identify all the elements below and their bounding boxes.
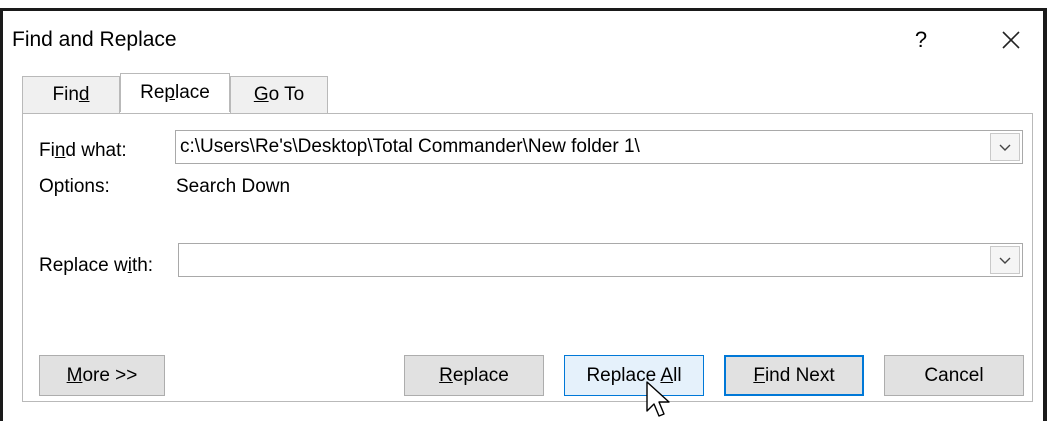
- replace-with-combobox[interactable]: [178, 243, 1023, 277]
- find-what-input[interactable]: c:\Users\Re's\Desktop\Total Commander\Ne…: [180, 136, 640, 158]
- options-value: Search Down: [176, 176, 291, 197]
- find-next-button[interactable]: Find Next: [724, 355, 864, 396]
- more-button[interactable]: More >>: [39, 355, 165, 396]
- tab-find[interactable]: Find: [22, 76, 120, 113]
- close-icon: [1002, 31, 1020, 49]
- window-title: Find and Replace: [12, 28, 177, 51]
- replace-with-dropdown-button[interactable]: [990, 246, 1020, 274]
- options-label: Options:: [39, 176, 110, 197]
- find-what-combobox[interactable]: c:\Users\Re's\Desktop\Total Commander\Ne…: [175, 130, 1023, 164]
- tab-goto-label: Go To: [253, 84, 305, 105]
- find-next-button-label: Find Next: [753, 364, 835, 386]
- help-button[interactable]: ?: [905, 22, 937, 58]
- window-border-top: [0, 8, 1047, 11]
- window-border-right: [1043, 8, 1047, 421]
- cancel-button-label: Cancel: [924, 364, 984, 386]
- window-border-left: [0, 8, 3, 421]
- replace-with-label: Replace with:: [39, 255, 154, 276]
- replace-button[interactable]: Replace: [404, 355, 544, 396]
- tab-replace-label: Replace: [140, 82, 210, 103]
- tab-goto[interactable]: Go To: [230, 76, 328, 113]
- tab-replace[interactable]: Replace: [120, 73, 230, 112]
- find-what-label: Find what:: [39, 140, 127, 161]
- replace-button-label: Replace: [439, 364, 509, 386]
- replace-all-button[interactable]: Replace All: [564, 355, 704, 396]
- chevron-down-icon: [999, 144, 1011, 151]
- more-button-label: More >>: [66, 364, 138, 386]
- find-what-dropdown-button[interactable]: [990, 133, 1020, 161]
- tab-find-label: Find: [52, 84, 90, 105]
- find-replace-dialog: Find and Replace ? Find Replace Go To Fi…: [0, 0, 1047, 421]
- chevron-down-icon: [999, 257, 1011, 264]
- mouse-cursor-icon: [646, 381, 670, 417]
- help-icon: ?: [914, 27, 928, 52]
- close-button[interactable]: [991, 22, 1031, 58]
- cancel-button[interactable]: Cancel: [884, 355, 1024, 396]
